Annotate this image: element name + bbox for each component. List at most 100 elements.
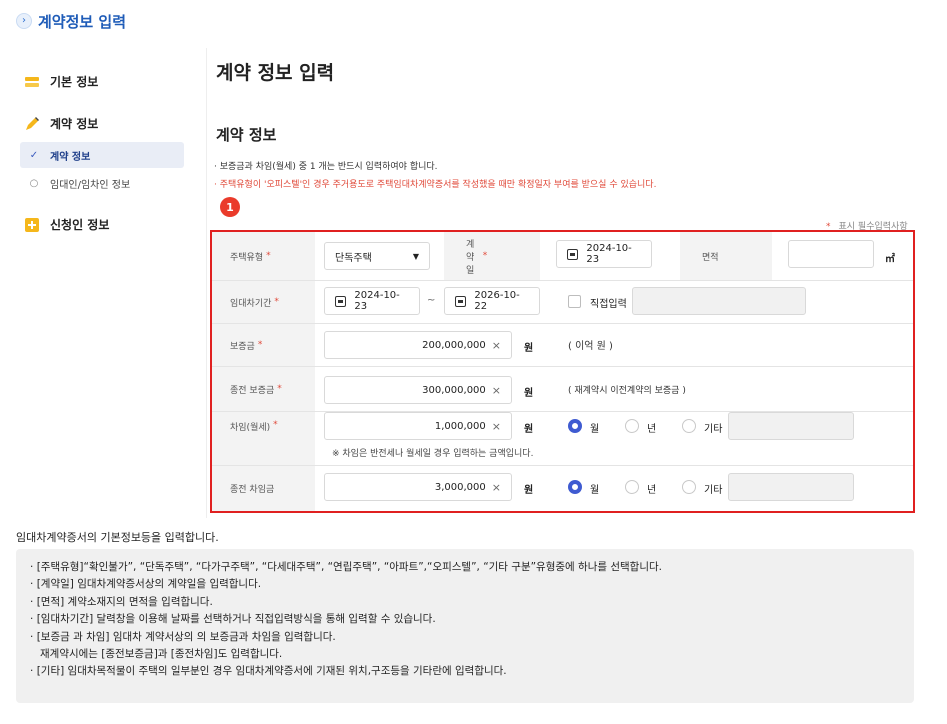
pencil-icon xyxy=(24,116,40,132)
field-label-text: 보증금 xyxy=(230,341,255,352)
field-label: 임대차기간 * xyxy=(212,281,315,323)
rent-note: ※ 차임은 반전세나 월세일 경우 입력하는 금액입니다. xyxy=(332,449,534,459)
prev-deposit-input[interactable]: 300,000,000 × xyxy=(324,376,512,404)
chevron-right-icon: › xyxy=(16,13,32,29)
prev-rent-period-monthly-radio[interactable] xyxy=(568,480,582,494)
field-label: 면적 xyxy=(680,232,772,280)
required-mark: * xyxy=(273,420,278,430)
prev-rent-input[interactable]: 3,000,000 × xyxy=(324,473,512,501)
description-item: [보증금 과 차임] 임대차 계약서상의 의 보증금과 차임을 입력합니다. xyxy=(30,629,900,646)
sidebar-item-label: 임대인/임차인 정보 xyxy=(50,179,131,191)
notice-text: · 보증금과 차임(월세) 중 1 개는 반드시 입력하여야 합니다. xyxy=(214,162,438,172)
description-item: [기타] 임대차목적물이 주택의 일부분인 경우 임대차계약증서에 기재된 위치… xyxy=(30,663,900,680)
radio-label: 월 xyxy=(590,424,600,435)
sidebar-group-label: 기본 정보 xyxy=(50,75,99,89)
description-heading: 임대차계약증서의 기본정보등을 입력합니다. xyxy=(16,531,219,544)
required-mark: * xyxy=(482,251,488,261)
prev-deposit-hint: ( 재계약시 이전계약의 보증금 ) xyxy=(568,386,686,396)
sidebar-group-basic-info[interactable]: 기본 정보 xyxy=(24,73,98,90)
calendar-icon xyxy=(335,295,347,307)
description-item: [임대차기간] 달력창을 이용해 날짜를 선택하거나 직접입력방식을 통해 입력… xyxy=(30,611,900,628)
sidebar-group-label: 신청인 정보 xyxy=(50,218,110,232)
clear-icon[interactable]: × xyxy=(492,339,501,352)
lease-start-value: 2024-10-23 xyxy=(354,290,400,312)
form-row-deposit: 보증금 * 200,000,000 × 원 ( 이억 원 ) xyxy=(212,324,913,367)
form-row-lease-period: 임대차기간 * 2024-10-23 ~ 2026-10-22 직접입력 xyxy=(212,281,913,324)
deposit-unit: 원 xyxy=(524,343,534,354)
required-mark: * xyxy=(277,384,282,394)
direct-input-field[interactable] xyxy=(632,287,806,315)
header: › 계약정보 입력 xyxy=(16,10,126,32)
form-row-house-type: 주택유형 * 단독주택 ▼ 계약일 * 2024-10-23 면적 ㎡ xyxy=(212,232,913,281)
required-mark: * xyxy=(266,251,271,261)
radio-label: 년 xyxy=(647,485,657,496)
rent-unit: 원 xyxy=(524,424,534,435)
field-label-text: 계약일 xyxy=(466,239,475,276)
lease-start-date-field[interactable]: 2024-10-23 xyxy=(324,287,420,315)
description-item: [계약일] 임대차계약증서상의 계약일을 입력합니다. xyxy=(30,576,900,593)
clear-icon[interactable]: × xyxy=(492,481,501,494)
description-box: [주택유형]“확인불가”, “단독주택”, “다가구주택”, “다세대주택”, … xyxy=(16,549,914,703)
deposit-korean-amount: ( 이억 원 ) xyxy=(568,341,613,352)
direct-input-label: 직접입력 xyxy=(590,299,627,310)
sidebar-group-contract-info[interactable]: 계약 정보 xyxy=(24,115,98,132)
step-badge: 1 xyxy=(220,197,240,217)
radio-label: 기타 xyxy=(704,485,723,496)
prev-rent-other-input[interactable] xyxy=(728,473,854,501)
area-input[interactable] xyxy=(788,240,874,268)
rent-value: 1,000,000 xyxy=(434,420,486,432)
house-type-value: 단독주택 xyxy=(335,252,372,264)
sidebar: 기본 정보 계약 정보 ✓ 계약 정보 ○ 임대인/임차인 정보 신청인 정보 xyxy=(16,48,206,518)
field-label: 종전 차임금 xyxy=(212,466,315,511)
radio-label: 월 xyxy=(590,485,600,496)
direct-input-checkbox[interactable] xyxy=(568,295,581,308)
sidebar-group-applicant-info[interactable]: 신청인 정보 xyxy=(24,216,109,233)
clear-icon[interactable]: × xyxy=(492,384,501,397)
sidebar-group-label: 계약 정보 xyxy=(50,117,99,131)
folder-icon xyxy=(24,74,40,90)
sidebar-item-contract-info[interactable]: ✓ 계약 정보 xyxy=(20,142,184,168)
field-label: 종전 보증금 * xyxy=(212,367,315,411)
description-item: [주택유형]“확인불가”, “단독주택”, “다가구주택”, “다세대주택”, … xyxy=(30,559,900,576)
prev-rent-period-yearly-radio[interactable] xyxy=(625,480,639,494)
prev-rent-value: 3,000,000 xyxy=(434,481,486,493)
description-item: [면적] 계약소재지의 면적을 입력합니다. xyxy=(30,594,900,611)
rent-period-yearly-radio[interactable] xyxy=(625,419,639,433)
area-unit: ㎡ xyxy=(885,254,895,265)
warning-text: · 주택유형이 '오피스텔'인 경우 주거용도로 주택임대차계약증서를 작성했을… xyxy=(214,180,657,190)
rent-period-monthly-radio[interactable] xyxy=(568,419,582,433)
page-title: 계약 정보 입력 xyxy=(216,62,335,84)
rent-input[interactable]: 1,000,000 × xyxy=(324,412,512,440)
contract-form: 주택유형 * 단독주택 ▼ 계약일 * 2024-10-23 면적 ㎡ 임대차기간 *… xyxy=(210,230,915,513)
form-row-prev-rent: 종전 차임금 3,000,000 × 원 월 년 기타 xyxy=(212,466,913,511)
lease-end-date-field[interactable]: 2026-10-22 xyxy=(444,287,540,315)
radio-label: 년 xyxy=(647,424,657,435)
contract-date-value: 2024-10-23 xyxy=(586,243,632,265)
prev-deposit-value: 300,000,000 xyxy=(422,384,486,396)
prev-rent-period-other-radio[interactable] xyxy=(682,480,696,494)
section-title: 계약 정보 xyxy=(216,126,277,144)
house-type-select[interactable]: 단독주택 ▼ xyxy=(324,242,430,270)
required-mark: * xyxy=(274,297,279,307)
sidebar-item-landlord-tenant[interactable]: ○ 임대인/임차인 정보 xyxy=(20,170,184,196)
rent-period-other-radio[interactable] xyxy=(682,419,696,433)
field-label-text: 차임(월세) xyxy=(230,423,271,433)
field-label-text: 종전 보증금 xyxy=(230,385,275,396)
form-row-rent: 차임(월세) * 1,000,000 × 원 월 년 기타 ※ 차임은 반전세나 … xyxy=(212,412,913,466)
contract-date-field[interactable]: 2024-10-23 xyxy=(556,240,652,268)
prev-deposit-unit: 원 xyxy=(524,388,534,399)
sidebar-item-label: 계약 정보 xyxy=(50,151,91,163)
required-mark: * xyxy=(257,340,263,350)
field-label: 계약일 * xyxy=(444,232,540,280)
field-label: 차임(월세) * xyxy=(212,412,315,465)
clear-icon[interactable]: × xyxy=(492,420,501,433)
lease-end-value: 2026-10-22 xyxy=(474,290,520,312)
rent-other-input[interactable] xyxy=(728,412,854,440)
header-title: 계약정보 입력 xyxy=(38,12,127,31)
date-range-separator: ~ xyxy=(427,295,436,306)
calendar-icon xyxy=(567,248,579,260)
deposit-input[interactable]: 200,000,000 × xyxy=(324,331,512,359)
circle-icon: ○ xyxy=(29,177,39,189)
sidebar-divider xyxy=(206,48,207,518)
document-plus-icon xyxy=(24,217,40,233)
